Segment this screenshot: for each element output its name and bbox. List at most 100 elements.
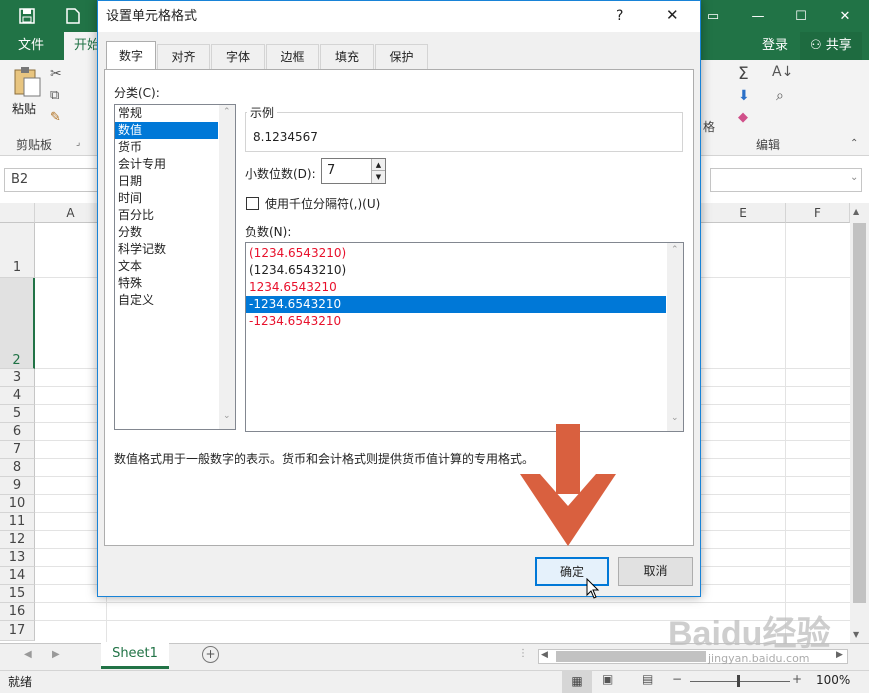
page-layout-icon[interactable]: ▣ [602, 672, 613, 686]
name-box[interactable]: B2 [4, 168, 104, 192]
row-header[interactable]: 9 [0, 477, 35, 495]
share-button[interactable]: ⚇ 共享 [800, 32, 862, 60]
row-header[interactable]: 8 [0, 459, 35, 477]
thousands-separator-label[interactable]: 使用千位分隔符(,)(U) [265, 195, 380, 212]
copy-icon[interactable]: ⧉ [50, 88, 59, 103]
category-item[interactable]: 特殊 [115, 275, 218, 292]
negative-option[interactable]: 1234.6543210 [246, 279, 666, 296]
decimal-places-input[interactable]: 7 [327, 163, 335, 178]
decimal-places-stepper[interactable]: 7 ▲ ▼ [321, 158, 386, 184]
find-icon[interactable]: ⌕ [776, 88, 784, 104]
zoom-slider-thumb[interactable] [737, 675, 740, 687]
tab-number[interactable]: 数字 [106, 41, 156, 70]
next-sheet-icon[interactable]: ▶ [52, 649, 60, 660]
category-item[interactable]: 货币 [115, 139, 218, 156]
row-header[interactable]: 11 [0, 513, 35, 531]
negative-option[interactable]: (1234.6543210) [246, 262, 666, 279]
negative-option[interactable]: -1234.6543210 [246, 313, 666, 330]
row-header[interactable]: 1 [0, 223, 35, 278]
stepper-up-icon[interactable]: ▲ [371, 159, 385, 171]
zoom-out-icon[interactable]: − [672, 672, 682, 686]
row-header[interactable]: 14 [0, 567, 35, 585]
row-header[interactable]: 15 [0, 585, 35, 603]
paste-icon[interactable] [12, 66, 42, 98]
normal-view-icon[interactable]: ▦ [562, 670, 592, 693]
category-scrollbar[interactable]: ⌃ ⌄ [219, 105, 235, 429]
negative-option[interactable]: (1234.6543210) [246, 245, 666, 262]
zoom-slider[interactable] [690, 681, 790, 682]
page-break-icon[interactable]: ▤ [642, 672, 653, 686]
dialog-help-icon[interactable]: ? [616, 8, 623, 24]
category-item-selected[interactable]: 数值 [115, 122, 218, 139]
sign-in-link[interactable]: 登录 [752, 32, 798, 60]
dialog-launcher-icon[interactable]: ⌟ [76, 138, 80, 148]
stepper-down-icon[interactable]: ▼ [371, 171, 385, 183]
column-header-e[interactable]: E [701, 203, 786, 223]
new-file-icon[interactable] [56, 0, 90, 32]
scroll-up-icon[interactable]: ▲ [853, 207, 859, 216]
row-header[interactable]: 3 [0, 369, 35, 387]
clear-icon[interactable]: ◆ [738, 110, 748, 125]
tab-file[interactable]: 文件 [8, 32, 54, 60]
category-item[interactable]: 百分比 [115, 207, 218, 224]
category-item[interactable]: 分数 [115, 224, 218, 241]
cancel-button[interactable]: 取消 [618, 557, 693, 586]
format-painter-icon[interactable]: ✎ [50, 110, 61, 125]
save-icon[interactable] [10, 0, 44, 32]
row-header[interactable]: 17 [0, 621, 35, 641]
tab-fill[interactable]: 填充 [320, 44, 374, 69]
category-item[interactable]: 自定义 [115, 292, 218, 309]
row-header[interactable]: 2 [0, 278, 35, 369]
category-item[interactable]: 科学记数 [115, 241, 218, 258]
category-item[interactable]: 时间 [115, 190, 218, 207]
split-handle-icon[interactable]: ⋮ [518, 648, 528, 659]
row-header[interactable]: 7 [0, 441, 35, 459]
scroll-down-icon[interactable]: ⌄ [671, 413, 679, 423]
sort-filter-icon[interactable]: A↓ [772, 64, 793, 80]
paste-label[interactable]: 粘贴 [12, 100, 36, 117]
select-all-corner[interactable] [0, 203, 35, 223]
tab-alignment[interactable]: 对齐 [157, 44, 210, 69]
row-header[interactable]: 13 [0, 549, 35, 567]
fill-icon[interactable]: ⬇ [738, 88, 750, 104]
row-header[interactable]: 12 [0, 531, 35, 549]
scroll-down-icon[interactable]: ▼ [853, 630, 859, 639]
tab-font[interactable]: 字体 [211, 44, 265, 69]
category-item[interactable]: 文本 [115, 258, 218, 275]
category-item[interactable]: 会计专用 [115, 156, 218, 173]
scroll-right-icon[interactable]: ▶ [836, 650, 843, 660]
autosum-icon[interactable]: Σ [738, 64, 749, 84]
row-header[interactable]: 4 [0, 387, 35, 405]
dialog-close-icon[interactable]: ✕ [666, 6, 679, 24]
maximize-icon[interactable]: ☐ [778, 0, 824, 32]
collapse-ribbon-icon[interactable]: ⌃ [850, 138, 858, 149]
category-item[interactable]: 日期 [115, 173, 218, 190]
category-list[interactable]: 常规 数值 货币 会计专用 日期 时间 百分比 分数 科学记数 文本 特殊 自定… [114, 104, 236, 430]
add-sheet-icon[interactable]: + [202, 646, 219, 663]
row-header[interactable]: 10 [0, 495, 35, 513]
sheet-tab[interactable]: Sheet1 [101, 642, 169, 669]
close-window-icon[interactable]: ✕ [822, 0, 868, 32]
tab-border[interactable]: 边框 [266, 44, 319, 69]
scroll-down-icon[interactable]: ⌄ [223, 411, 231, 421]
tab-protection[interactable]: 保护 [375, 44, 428, 69]
vertical-scroll-thumb[interactable] [853, 223, 866, 603]
cut-icon[interactable]: ✂ [50, 66, 62, 82]
column-header-f[interactable]: F [786, 203, 850, 223]
scroll-up-icon[interactable]: ⌃ [223, 107, 231, 117]
negative-option-selected[interactable]: -1234.6543210 [246, 296, 666, 313]
negative-numbers-list[interactable]: (1234.6543210) (1234.6543210) 1234.65432… [245, 242, 684, 432]
row-header[interactable]: 5 [0, 405, 35, 423]
negative-scrollbar[interactable]: ⌃ ⌄ [667, 243, 683, 431]
prev-sheet-icon[interactable]: ◀ [24, 649, 32, 660]
expand-formula-icon[interactable]: ⌄ [850, 172, 858, 183]
row-header[interactable]: 16 [0, 603, 35, 621]
scroll-left-icon[interactable]: ◀ [541, 650, 548, 660]
row-header[interactable]: 6 [0, 423, 35, 441]
formula-bar[interactable] [710, 168, 862, 192]
scroll-up-icon[interactable]: ⌃ [671, 245, 679, 255]
minimize-icon[interactable]: — [735, 0, 781, 32]
zoom-level[interactable]: 100% [816, 673, 850, 687]
category-item[interactable]: 常规 [115, 105, 218, 122]
zoom-in-icon[interactable]: + [792, 672, 802, 686]
